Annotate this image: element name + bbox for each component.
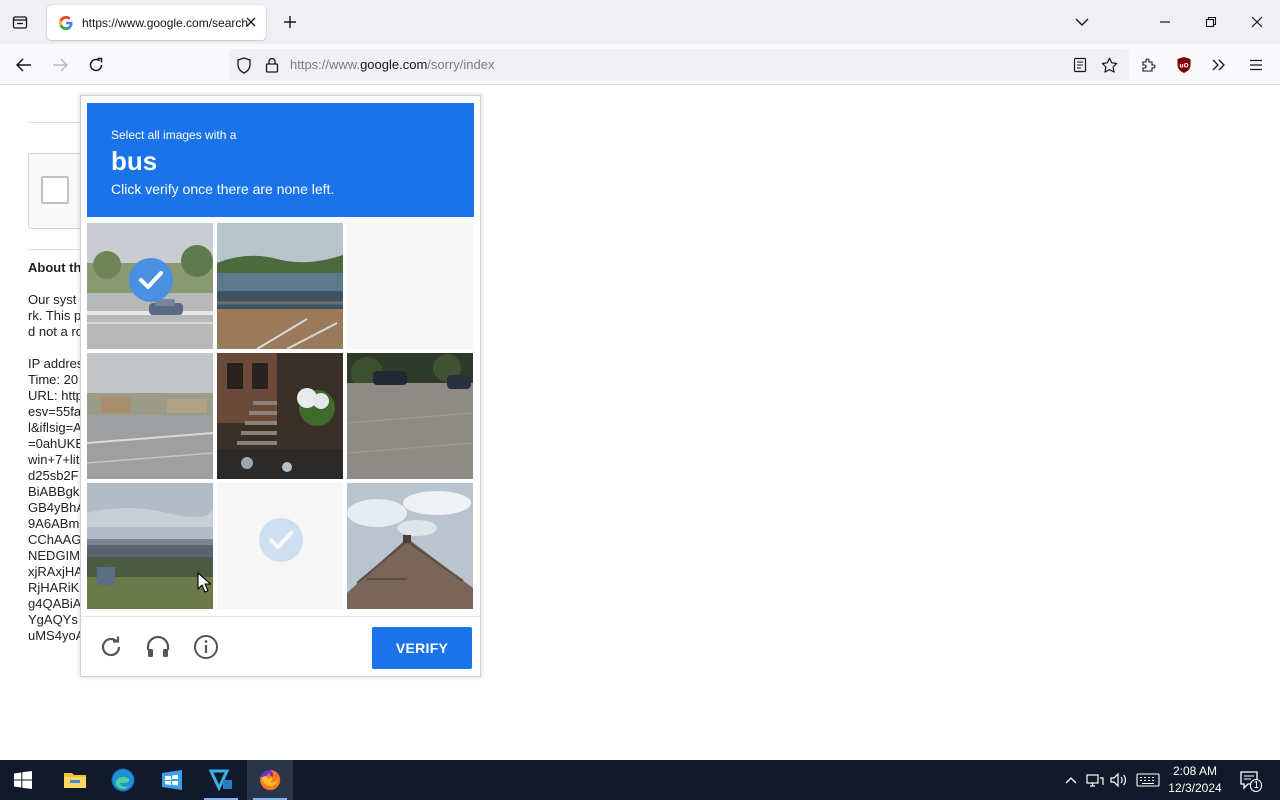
network-icon[interactable] bbox=[1085, 770, 1105, 790]
system-clock[interactable]: 2:08 AM 12/3/2024 bbox=[1160, 763, 1230, 797]
action-center-notification-icon[interactable]: 1 bbox=[1238, 770, 1262, 792]
divider bbox=[28, 249, 80, 250]
tile-image bbox=[217, 223, 343, 349]
page-text-line: YgAQYs bbox=[28, 612, 78, 627]
visual-studio-code-app-icon[interactable] bbox=[198, 760, 244, 800]
lock-icon[interactable] bbox=[263, 56, 281, 74]
page-text-line: d not a ro bbox=[28, 324, 83, 339]
mouse-cursor-icon bbox=[197, 572, 211, 593]
hamburger-menu-icon[interactable] bbox=[1243, 52, 1269, 78]
audio-challenge-headphones-icon[interactable] bbox=[144, 633, 172, 661]
url-text[interactable]: https://www.google.com/sorry/index bbox=[290, 57, 495, 72]
recaptcha-anchor-box bbox=[28, 153, 88, 229]
bookmark-star-icon[interactable] bbox=[1100, 56, 1118, 74]
page-text-line: xjRAxjHA bbox=[28, 564, 83, 579]
page-text-line: NEDGIM bbox=[28, 548, 80, 563]
windows-taskbar: 2:08 AM 12/3/2024 1 bbox=[0, 760, 1280, 800]
restore-button[interactable] bbox=[1196, 8, 1226, 36]
edge-browser-icon[interactable] bbox=[100, 760, 146, 800]
page-text-line: rk. This p bbox=[28, 308, 82, 323]
tab-title: https://www.google.com/search bbox=[82, 15, 248, 30]
reload-button[interactable] bbox=[83, 52, 109, 78]
firefox-taskbar-icon[interactable] bbox=[247, 760, 293, 800]
page-text-line: BiABBgk bbox=[28, 484, 80, 499]
ublock-origin-icon[interactable]: uO bbox=[1171, 52, 1197, 78]
tile-image bbox=[347, 483, 473, 609]
page-text-line: CChAAG bbox=[28, 532, 82, 547]
challenge-target-word: bus bbox=[111, 146, 158, 176]
extensions-puzzle-icon[interactable] bbox=[1135, 52, 1161, 78]
page-text-line: win+7+lit bbox=[28, 452, 80, 467]
image-tile[interactable] bbox=[217, 223, 343, 349]
file-explorer-icon[interactable] bbox=[52, 760, 98, 800]
page-text-line: GB4yBhA bbox=[28, 500, 86, 515]
tile-image bbox=[347, 353, 473, 479]
store-app-icon[interactable] bbox=[149, 760, 195, 800]
show-hidden-icons-chevron-icon[interactable] bbox=[1061, 770, 1081, 790]
svg-text:uO: uO bbox=[1179, 63, 1188, 70]
image-tile[interactable] bbox=[87, 483, 213, 609]
challenge-header: Select all images with a bus Click verif… bbox=[87, 103, 474, 217]
image-tile[interactable] bbox=[347, 353, 473, 479]
verify-button[interactable]: VERIFY bbox=[372, 627, 472, 669]
notification-count: 1 bbox=[1250, 779, 1262, 792]
page-text-line: Time: 20 bbox=[28, 372, 79, 387]
list-all-tabs-icon[interactable] bbox=[1067, 8, 1097, 36]
reader-view-icon[interactable] bbox=[1071, 56, 1089, 74]
back-button[interactable] bbox=[11, 52, 37, 78]
info-icon[interactable] bbox=[192, 633, 220, 661]
url-prefix: https://www. bbox=[290, 57, 361, 72]
close-window-button[interactable] bbox=[1242, 8, 1272, 36]
minimize-button[interactable] bbox=[1150, 8, 1180, 36]
image-tile[interactable] bbox=[87, 353, 213, 479]
address-bar[interactable]: https://www.google.com/sorry/index bbox=[229, 49, 1129, 80]
navigation-toolbar: https://www.google.com/sorry/index uO bbox=[0, 44, 1280, 85]
page-text-line: 9A6ABm bbox=[28, 516, 80, 531]
firefox-view-icon[interactable] bbox=[8, 10, 32, 34]
more-tools-chevron-icon[interactable] bbox=[1206, 52, 1232, 78]
tab-google-search[interactable]: https://www.google.com/search bbox=[47, 5, 266, 40]
page-text-line: URL: http bbox=[28, 388, 83, 403]
clock-date: 12/3/2024 bbox=[1168, 781, 1222, 795]
selected-check-icon bbox=[259, 518, 303, 562]
challenge-subinstruction: Click verify once there are none left. bbox=[111, 181, 335, 197]
tile-image bbox=[217, 353, 343, 479]
divider bbox=[28, 122, 80, 123]
challenge-footer: VERIFY bbox=[81, 616, 480, 676]
page-text-line: Our syst bbox=[28, 292, 77, 307]
page-text-line: uMS4yoA bbox=[28, 628, 85, 643]
selected-check-icon bbox=[129, 258, 173, 302]
image-tile[interactable] bbox=[87, 223, 213, 349]
page-text-line: IP addres bbox=[28, 356, 84, 371]
tab-strip: https://www.google.com/search bbox=[0, 0, 1280, 44]
page-text-line: g4QABiA bbox=[28, 596, 82, 611]
keyboard-input-icon[interactable] bbox=[1135, 770, 1161, 790]
page-text-line: l&iflsig=A bbox=[28, 420, 82, 435]
recaptcha-challenge-popup: Select all images with a bus Click verif… bbox=[80, 95, 481, 677]
challenge-instruction: Select all images with a bbox=[111, 128, 237, 142]
volume-speaker-icon[interactable] bbox=[1109, 770, 1129, 790]
image-tile[interactable] bbox=[217, 353, 343, 479]
image-tile[interactable] bbox=[217, 483, 343, 609]
about-heading: About th bbox=[28, 260, 82, 275]
tab-close-icon[interactable] bbox=[242, 13, 260, 31]
page-text-line: =0ahUKE bbox=[28, 436, 85, 451]
reload-challenge-icon[interactable] bbox=[97, 633, 125, 661]
page-text-line: d25sb2F bbox=[28, 468, 79, 483]
url-domain: google.com bbox=[360, 57, 428, 72]
new-tab-button[interactable] bbox=[278, 10, 302, 34]
tile-image bbox=[87, 353, 213, 479]
recaptcha-checkbox[interactable] bbox=[41, 176, 69, 204]
page-text-line: esv=55fa bbox=[28, 404, 82, 419]
forward-button[interactable] bbox=[47, 52, 73, 78]
google-favicon-icon bbox=[58, 15, 74, 31]
tile-image bbox=[87, 483, 213, 609]
page-text-line: RjHARiK bbox=[28, 580, 80, 595]
image-tile[interactable] bbox=[347, 483, 473, 609]
clock-time: 2:08 AM bbox=[1172, 764, 1218, 778]
image-tile[interactable] bbox=[347, 223, 473, 349]
start-button[interactable] bbox=[0, 760, 46, 800]
url-path: /sorry/index bbox=[427, 57, 495, 72]
tracking-protection-shield-icon[interactable] bbox=[235, 56, 253, 74]
